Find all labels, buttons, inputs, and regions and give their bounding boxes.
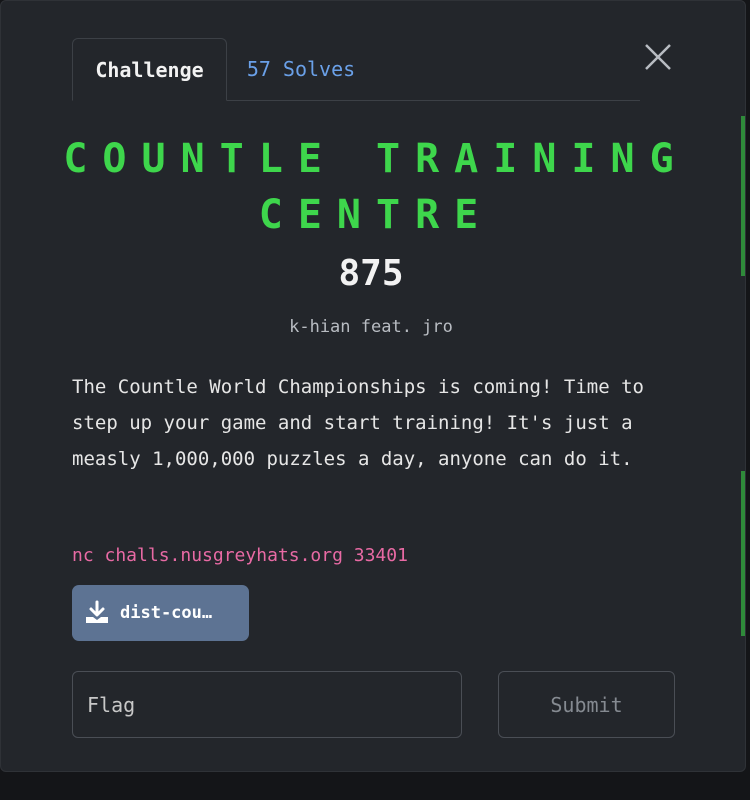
connection-info: nc challs.nusgreyhats.org 33401 [72,545,408,566]
challenge-author: k-hian feat. jro [289,317,453,337]
tab-bar: Challenge 57 Solves [72,38,640,101]
challenge-title: COUNTLE TRAINING CENTRE [61,131,691,243]
tab-challenge-label: Challenge [95,57,204,82]
challenge-points: 875 [338,253,404,294]
tab-solves[interactable]: 57 Solves [236,38,366,100]
download-icon [86,600,108,623]
challenge-description: The Countle World Championships is comin… [72,376,644,470]
tab-solves-label: 57 Solves [246,57,356,81]
close-button[interactable] [642,41,674,73]
challenge-modal: Challenge 57 Solves COUNTLE TRAINING CEN… [0,0,746,772]
download-label: dist-cou… [120,603,213,623]
download-button[interactable]: dist-cou… [72,585,249,641]
challenge-title-line-1: COUNTLE TRAINING [63,136,689,182]
edge-accent [741,471,745,636]
edge-accent [741,116,745,276]
close-icon [645,44,671,70]
tab-challenge[interactable]: Challenge [72,38,227,101]
flag-input[interactable] [72,671,462,738]
challenge-title-line-2: CENTRE [258,192,494,238]
submit-button[interactable]: Submit [498,671,675,738]
